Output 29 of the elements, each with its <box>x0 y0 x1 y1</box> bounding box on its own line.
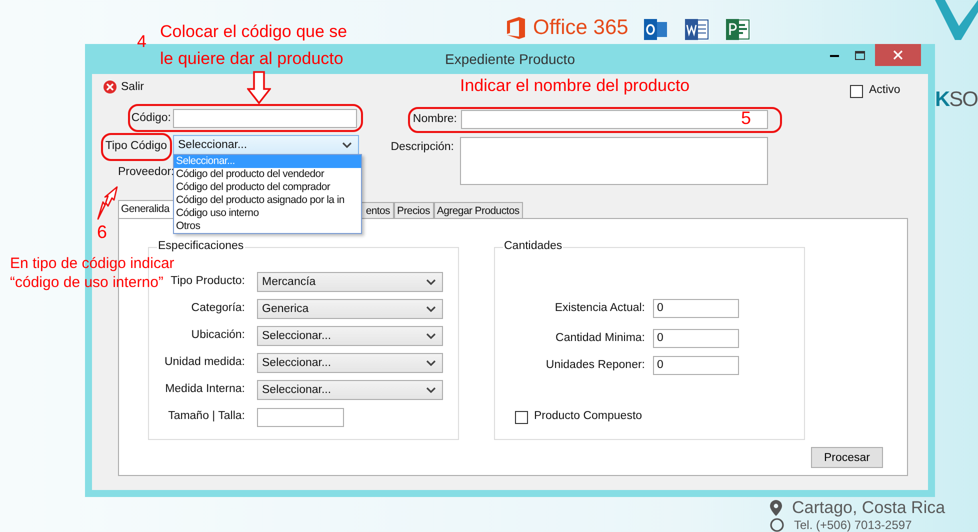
field-label: Código: <box>131 112 171 124</box>
annotation-text: Colocar el código que se le quiere dar al producto <box>160 21 348 70</box>
field-label: Existencia Actual: <box>554 302 645 314</box>
phone-text: Tel. (+506) 7013-2597 <box>794 518 912 532</box>
field-label: Tipo Código <box>105 140 167 152</box>
field-label: Cantidad Minima: <box>556 332 645 344</box>
brand-text: SO <box>949 88 978 112</box>
group-title: Especificaciones <box>157 240 245 252</box>
address-text: Cartago, Costa Rica <box>792 498 946 517</box>
field-label: Unidades Reponer: <box>546 359 645 371</box>
field-label: Medida Interna: <box>165 383 245 395</box>
field-label: Tamaño | Talla: <box>168 410 245 422</box>
annotation-text: Indicar el nombre del producto <box>460 76 690 96</box>
office-logo-text: Office 365 <box>533 16 628 40</box>
field-label: Proveedor: <box>118 166 174 178</box>
field-label: Nombre: <box>412 113 457 125</box>
step-number: 5 <box>741 108 752 129</box>
checkbox-label: Producto Compuesto <box>534 410 642 422</box>
field-label: Tipo Producto: <box>170 275 245 287</box>
brand-text: K <box>935 88 950 112</box>
field-label: Descripción: <box>390 141 454 153</box>
step-number: 6 <box>97 222 108 243</box>
field-label: Categoría: <box>191 302 245 314</box>
group-title: Cantidades <box>503 240 564 252</box>
window-title: Expediente Producto <box>445 51 575 67</box>
checkbox-label: Activo <box>869 84 900 96</box>
field-label: Ubicación: <box>191 329 245 341</box>
step-number: 4 <box>137 32 146 52</box>
field-label: Unidad medida: <box>164 356 245 368</box>
